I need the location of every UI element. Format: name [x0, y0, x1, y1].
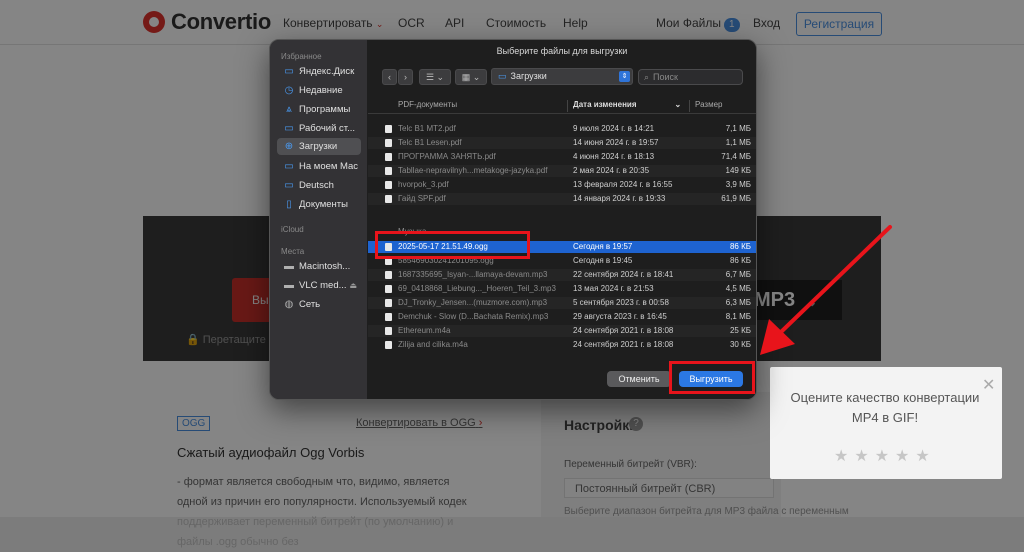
- annotation-arrow: [760, 225, 892, 355]
- arrow-shaft: [779, 225, 892, 334]
